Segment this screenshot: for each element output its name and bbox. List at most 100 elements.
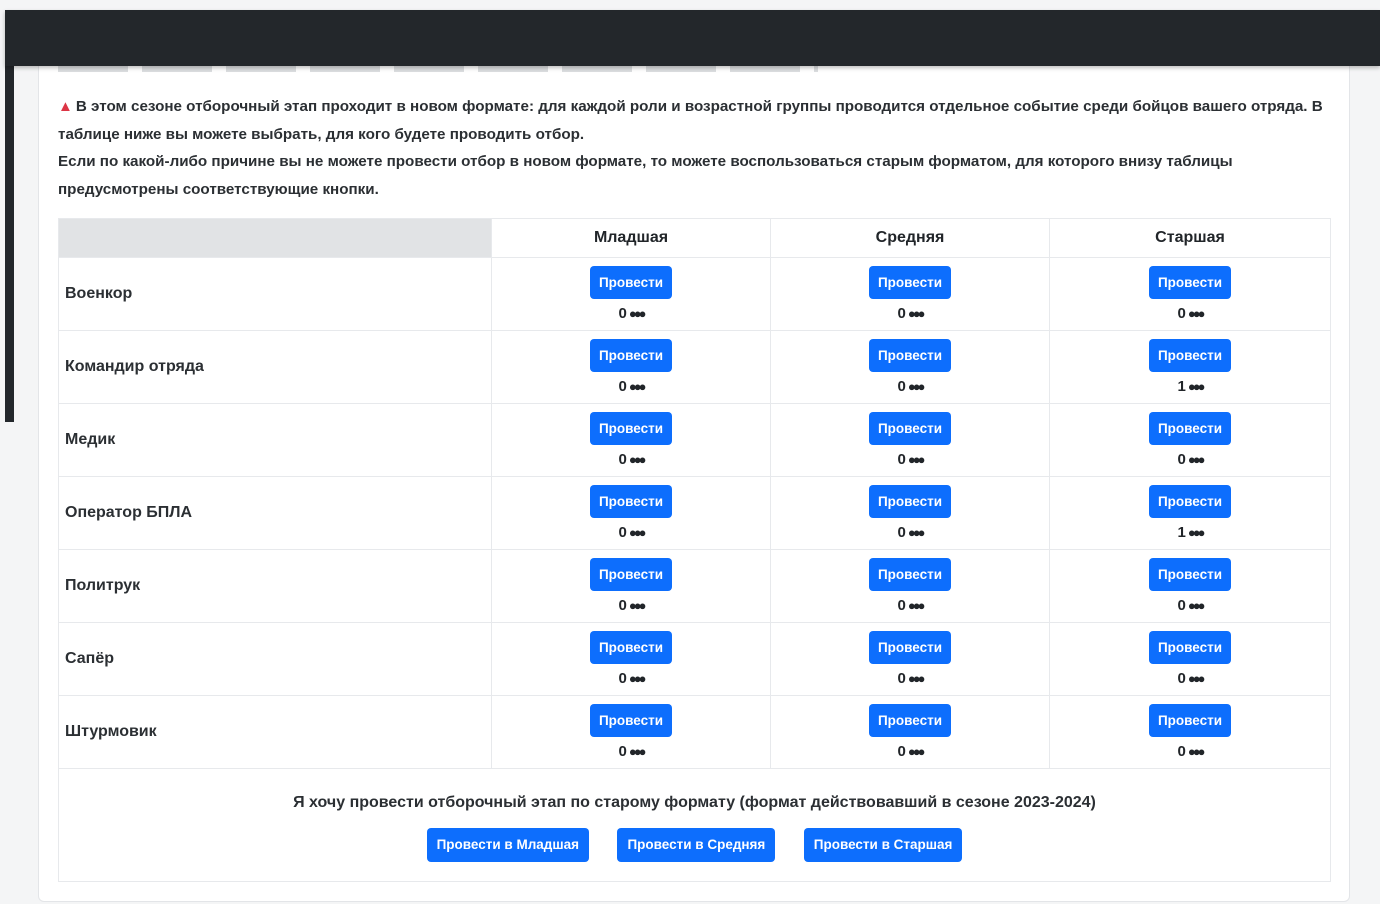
warning-icon: ▲ xyxy=(58,98,73,115)
participant-count: 0 ●●● xyxy=(492,524,770,542)
role-label: Военкор xyxy=(58,257,492,331)
cell-junior: Провести 0 ●●● xyxy=(491,549,771,623)
notice-text: ▲ В этом сезоне отборочный этап проходит … xyxy=(58,93,1328,203)
table-header-row: Младшая Средняя Старшая xyxy=(58,218,1331,258)
participant-count: 0 ●●● xyxy=(771,305,1049,323)
people-group-icon: ●●● xyxy=(1187,524,1205,540)
conduct-button[interactable]: Провести xyxy=(1148,630,1232,664)
people-group-icon: ●●● xyxy=(1187,670,1205,686)
participant-count: 0 ●●● xyxy=(492,743,770,761)
participant-count-value: 0 xyxy=(897,304,906,322)
participant-count: 0 ●●● xyxy=(1050,451,1330,469)
people-group-icon: ●●● xyxy=(628,597,646,613)
participant-count-value: 0 xyxy=(897,596,906,614)
people-group-icon: ●●● xyxy=(1187,743,1205,759)
old-format-text: Я хочу провести отборочный этап по старо… xyxy=(293,794,1096,811)
participant-count-value: 0 xyxy=(618,304,627,322)
participant-count-value: 0 xyxy=(618,450,627,468)
participant-count: 0 ●●● xyxy=(771,743,1049,761)
conduct-button[interactable]: Провести xyxy=(1148,265,1232,299)
people-group-icon: ●●● xyxy=(907,743,925,759)
participant-count: 0 ●●● xyxy=(492,597,770,615)
cell-middle: Провести 0 ●●● xyxy=(770,622,1050,696)
conduct-button[interactable]: Провести xyxy=(1148,338,1232,372)
cell-middle: Провести 0 ●●● xyxy=(770,476,1050,550)
participant-count-value: 0 xyxy=(618,669,627,687)
conduct-button[interactable]: Провести xyxy=(868,630,952,664)
conduct-button[interactable]: Провести xyxy=(1148,411,1232,445)
people-group-icon: ●●● xyxy=(1187,305,1205,321)
conduct-button[interactable]: Провести xyxy=(868,557,952,591)
table-row: Оператор БПЛА Провести 0 ●●● Провести 0 ●●● Про… xyxy=(58,476,1331,550)
column-header: Старшая xyxy=(1049,218,1331,258)
conduct-button[interactable]: Провести xyxy=(589,630,673,664)
participant-count-value: 1 xyxy=(1177,377,1186,395)
conduct-button[interactable]: Провести xyxy=(589,265,673,299)
conduct-button[interactable]: Провести xyxy=(589,484,673,518)
participant-count: 0 ●●● xyxy=(492,670,770,688)
conduct-button[interactable]: Провести xyxy=(589,703,673,737)
cell-junior: Провести 0 ●●● xyxy=(491,330,771,404)
old-format-button-junior[interactable]: Провести в Младшая xyxy=(426,828,589,862)
conduct-button[interactable]: Провести xyxy=(1148,703,1232,737)
participant-count: 1 ●●● xyxy=(1050,378,1330,396)
cell-junior: Провести 0 ●●● xyxy=(491,695,771,769)
conduct-button[interactable]: Провести xyxy=(1148,484,1232,518)
conduct-button[interactable]: Провести xyxy=(868,338,952,372)
participant-count: 0 ●●● xyxy=(1050,670,1330,688)
cell-middle: Провести 0 ●●● xyxy=(770,695,1050,769)
cell-senior: Провести 0 ●●● xyxy=(1049,622,1331,696)
participant-count-value: 1 xyxy=(1177,523,1186,541)
participant-count: 0 ●●● xyxy=(1050,305,1330,323)
people-group-icon: ●●● xyxy=(907,670,925,686)
participant-count-value: 0 xyxy=(1177,596,1186,614)
old-format-buttons: Провести в Младшая Провести в Средняя Пр… xyxy=(59,828,1330,862)
notice-line-2: Если по какой-либо причине вы не можете … xyxy=(58,153,1233,198)
cell-senior: Провести 0 ●●● xyxy=(1049,549,1331,623)
participant-count-value: 0 xyxy=(1177,742,1186,760)
cell-senior: Провести 0 ●●● xyxy=(1049,257,1331,331)
column-header: Средняя xyxy=(770,218,1050,258)
participant-count: 0 ●●● xyxy=(771,597,1049,615)
participant-count: 0 ●●● xyxy=(492,451,770,469)
people-group-icon: ●●● xyxy=(1187,451,1205,467)
conduct-button[interactable]: Провести xyxy=(589,338,673,372)
participant-count: 0 ●●● xyxy=(492,305,770,323)
participant-count-value: 0 xyxy=(897,742,906,760)
participant-count: 1 ●●● xyxy=(1050,524,1330,542)
participant-count: 0 ●●● xyxy=(1050,743,1330,761)
conduct-button[interactable]: Провести xyxy=(1148,557,1232,591)
people-group-icon: ●●● xyxy=(628,451,646,467)
participant-count-value: 0 xyxy=(897,377,906,395)
role-label: Политрук xyxy=(58,549,492,623)
conduct-button[interactable]: Провести xyxy=(868,703,952,737)
participant-count: 0 ●●● xyxy=(771,451,1049,469)
conduct-button[interactable]: Провести xyxy=(868,484,952,518)
conduct-button[interactable]: Провести xyxy=(868,411,952,445)
people-group-icon: ●●● xyxy=(1187,378,1205,394)
cell-middle: Провести 0 ●●● xyxy=(770,330,1050,404)
role-label: Медик xyxy=(58,403,492,477)
old-format-button-senior[interactable]: Провести в Старшая xyxy=(803,828,963,862)
participant-count-value: 0 xyxy=(618,377,627,395)
conduct-button[interactable]: Провести xyxy=(589,557,673,591)
participant-count-value: 0 xyxy=(897,450,906,468)
old-format-cell: Я хочу провести отборочный этап по старо… xyxy=(58,768,1331,882)
column-header: Младшая xyxy=(491,218,771,258)
conduct-button[interactable]: Провести xyxy=(589,411,673,445)
table-row: Медик Провести 0 ●●● Провести 0 ●●● Провести 0 ●●… xyxy=(58,403,1331,477)
table-corner-cell xyxy=(58,218,492,258)
people-group-icon: ●●● xyxy=(907,597,925,613)
cell-junior: Провести 0 ●●● xyxy=(491,257,771,331)
cell-middle: Провести 0 ●●● xyxy=(770,549,1050,623)
people-group-icon: ●●● xyxy=(907,305,925,321)
old-format-row: Я хочу провести отборочный этап по старо… xyxy=(58,768,1331,882)
people-group-icon: ●●● xyxy=(628,670,646,686)
conduct-button[interactable]: Провести xyxy=(868,265,952,299)
old-format-button-middle[interactable]: Провести в Средняя xyxy=(617,828,776,862)
cell-senior: Провести 1 ●●● xyxy=(1049,476,1331,550)
participant-count-value: 0 xyxy=(618,596,627,614)
cell-senior: Провести 1 ●●● xyxy=(1049,330,1331,404)
people-group-icon: ●●● xyxy=(907,451,925,467)
top-navbar xyxy=(5,10,1380,66)
